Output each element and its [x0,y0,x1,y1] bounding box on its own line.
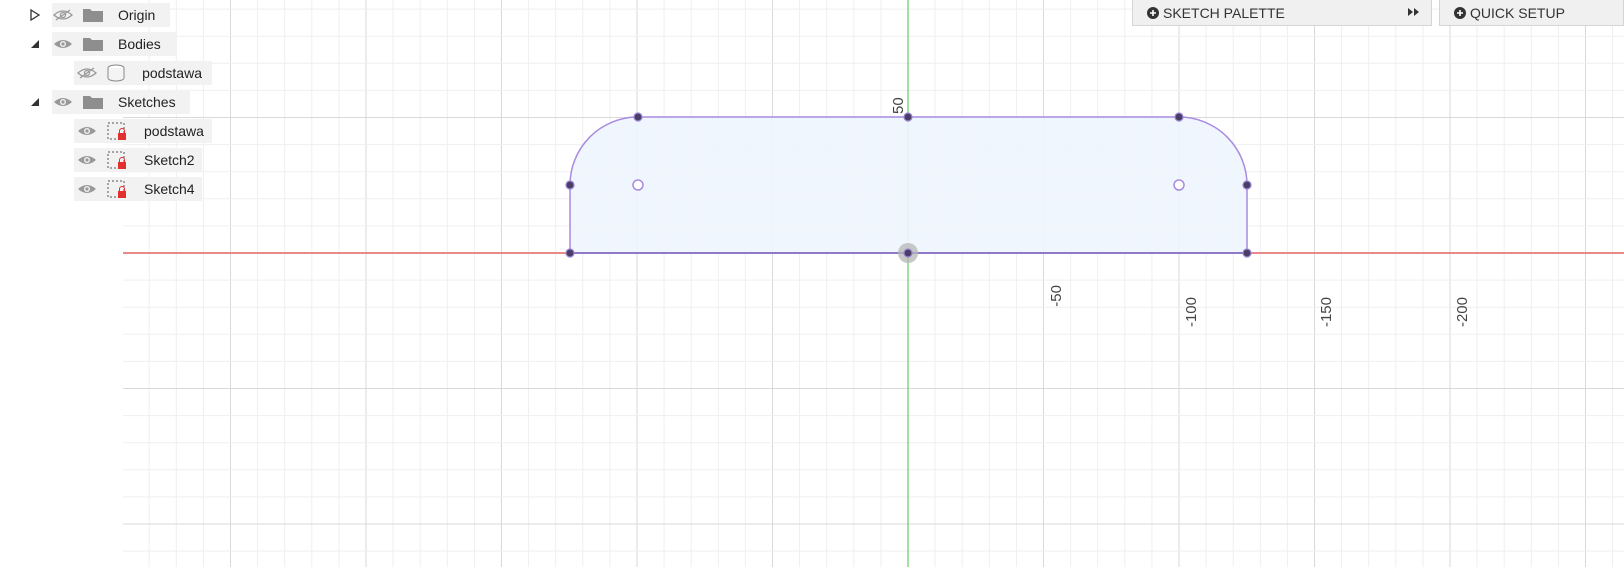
browser-item-sketch4[interactable]: Sketch4 [74,177,202,201]
sketch-point[interactable] [565,180,575,190]
arc-center-point[interactable] [1173,179,1185,191]
sketch-profile[interactable] [569,116,1248,254]
sketch-viewport[interactable]: 50 -50 -100 -150 -200 [0,0,1624,567]
browser-item-sketch2[interactable]: Sketch2 [74,148,202,172]
eye-icon[interactable] [76,149,98,171]
eye-icon[interactable] [76,178,98,200]
axis-label-minus-150: -150 [1318,297,1335,327]
axis-label-50: 50 [890,97,907,114]
axis-label-minus-50: -50 [1048,285,1065,307]
expand-triangle-icon[interactable] [28,8,42,22]
browser-item-sketch-podstawa[interactable]: podstawa [74,119,212,143]
browser-item-label: Origin [118,7,156,23]
quick-setup-label: QUICK SETUP [1470,4,1565,21]
body-icon [106,62,126,84]
browser-item-label: Sketches [118,94,176,110]
sketch-palette-label: SKETCH PALETTE [1163,4,1285,21]
axis-label-minus-100: -100 [1183,297,1200,327]
sketch-icon [106,149,128,171]
browser-item-label: Sketch4 [144,181,195,197]
sketch-point[interactable] [1174,112,1184,122]
browser-item-label: Sketch2 [144,152,195,168]
sketch-point[interactable] [1242,180,1252,190]
arc-center-point[interactable] [632,179,644,191]
browser-item-body-podstawa[interactable]: podstawa [74,61,212,85]
browser-item-label: podstawa [144,123,204,139]
axis-label-minus-200: -200 [1454,297,1471,327]
sketch-point[interactable] [565,248,575,258]
sketch-point[interactable] [633,112,643,122]
quick-setup-panel[interactable]: QUICK SETUP [1439,0,1624,26]
sketch-point[interactable] [903,248,913,258]
sketch-icon [106,178,128,200]
eye-icon[interactable] [52,33,74,55]
eye-icon[interactable] [52,91,74,113]
folder-icon [82,33,104,55]
plus-circle-icon [1454,6,1466,19]
sketch-grid [123,0,1624,567]
eye-hidden-icon[interactable] [76,62,98,84]
browser-item-sketches[interactable]: Sketches [52,90,190,114]
browser-item-label: podstawa [142,65,202,81]
browser-item-label: Bodies [118,36,161,52]
sketch-palette-panel[interactable]: SKETCH PALETTE [1132,0,1432,26]
collapse-triangle-icon[interactable] [28,37,42,51]
plus-circle-icon [1147,6,1159,19]
double-chevron-right-icon[interactable] [1407,5,1421,19]
sketch-point[interactable] [1242,248,1252,258]
eye-icon[interactable] [76,120,98,142]
browser-item-origin[interactable]: Origin [52,3,170,27]
folder-icon [82,91,104,113]
browser-item-bodies[interactable]: Bodies [52,32,176,56]
eye-hidden-icon[interactable] [52,4,74,26]
collapse-triangle-icon[interactable] [28,95,42,109]
folder-icon [82,4,104,26]
sketch-icon [106,120,128,142]
